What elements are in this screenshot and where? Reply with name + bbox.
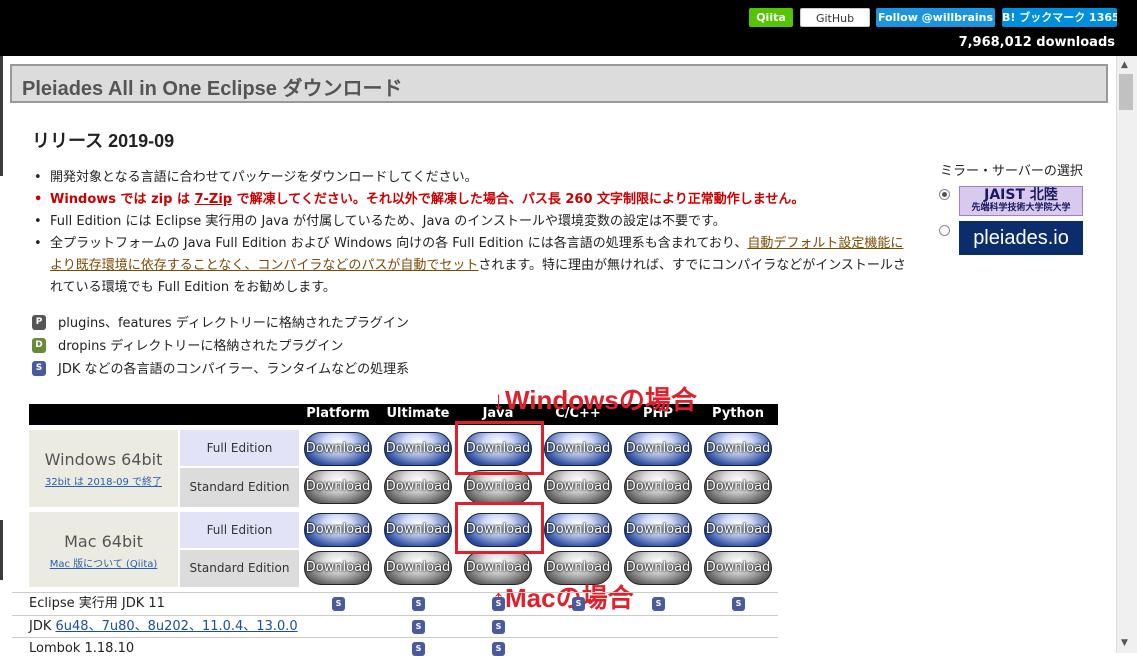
mac-standard-edition: Standard Edition xyxy=(180,550,299,587)
download-button[interactable]: Download xyxy=(544,470,612,504)
sdk-icon[interactable]: S xyxy=(412,642,425,656)
release-heading: リリース 2019-09 xyxy=(32,131,175,151)
column-ultimate: Ultimate xyxy=(386,406,450,421)
download-button[interactable]: Download xyxy=(704,551,772,585)
legend-text: plugins、features ディレクトリーに格納されたプラグイン xyxy=(58,316,409,331)
jaist-logo-subtext: 先端科学技術大学院大学 xyxy=(971,203,1071,213)
download-count: 7,968,012 downloads xyxy=(958,35,1115,50)
mirror-radio-pleiades[interactable] xyxy=(939,225,950,236)
sdk-icon[interactable]: S xyxy=(652,597,665,611)
mac-full-edition: Full Edition xyxy=(180,512,299,548)
sdk-icon[interactable]: S xyxy=(492,597,505,611)
column-platform: Platform xyxy=(306,406,370,421)
notice-text: 全プラットフォームの Java Full Edition および Windows… xyxy=(50,236,748,251)
download-button[interactable]: Download xyxy=(544,513,612,547)
list-item: Windows では zip は 7-Zip で解凍してください。それ以外で解凍… xyxy=(34,189,914,211)
qiita-button[interactable]: Qiita xyxy=(749,8,793,27)
jdk-version-links[interactable]: 6u48、7u80、8u202、11.0.4、13.0.0 xyxy=(56,619,298,634)
windows-full-edition: Full Edition xyxy=(180,430,299,466)
os-windows: Windows 64bit 32bit は 2018-09 で終了 xyxy=(29,430,178,507)
sdk-icon[interactable]: S xyxy=(492,620,505,634)
notice-text: Windows では zip は xyxy=(50,192,195,207)
jdk-row: JDK 6u48、7u80、8u202、11.0.4、13.0.0 S S xyxy=(12,615,778,637)
list-item: 全プラットフォームの Java Full Edition および Windows… xyxy=(34,233,914,299)
notice-list: 開発対象となる言語に合わせてパッケージをダウンロードしてください。 Window… xyxy=(34,167,914,299)
twitter-follow-button[interactable]: Follow @willbrains xyxy=(876,8,995,27)
download-button[interactable]: Download xyxy=(304,513,372,547)
plugin-legend: P plugins、features ディレクトリーに格納されたプラグイン D … xyxy=(32,312,409,381)
notice-text: Full Edition には Eclipse 実行用の Java が付属してい… xyxy=(50,214,726,229)
download-button[interactable]: Download xyxy=(384,432,452,466)
list-item: 開発対象となる言語に合わせてパッケージをダウンロードしてください。 xyxy=(34,167,914,189)
scroll-up-icon[interactable]: ▲ xyxy=(1121,60,1128,70)
legend-text: dropins ディレクトリーに格納されたプラグイン xyxy=(58,339,344,354)
download-button[interactable]: Download xyxy=(624,513,692,547)
sdk-icon[interactable]: S xyxy=(572,597,585,611)
sdk-icon: S xyxy=(32,361,46,376)
download-button[interactable]: Download xyxy=(704,432,772,466)
download-button[interactable]: Download xyxy=(384,551,452,585)
jaist-logo[interactable]: JAIST 北陸 先端科学技術大学院大学 xyxy=(959,186,1083,216)
left-rule xyxy=(0,56,3,176)
notice-text: で解凍してください。それ以外で解凍した場合、パス長 260 文字制限により正常動… xyxy=(232,192,805,207)
vertical-scrollbar[interactable] xyxy=(1116,56,1137,653)
download-button[interactable]: Download xyxy=(384,470,452,504)
os-name: Windows 64bit xyxy=(44,450,163,469)
download-button[interactable]: Download xyxy=(624,470,692,504)
legend-item: S JDK などの各言語のコンパイラー、ランタイムなどの処理系 xyxy=(32,358,409,381)
windows-standard-edition: Standard Edition xyxy=(180,468,299,507)
download-button[interactable]: Download xyxy=(304,551,372,585)
mac-qiita-link[interactable]: Mac 版について (Qiita) xyxy=(29,555,178,570)
title-box: Pleiades All in One Eclipse ダウンロード xyxy=(10,64,1108,103)
row-label: Lombok 1.18.10 xyxy=(29,641,135,656)
download-button[interactable]: Download xyxy=(464,470,532,504)
windows-32bit-link[interactable]: 32bit は 2018-09 で終了 xyxy=(29,473,178,488)
scroll-down-icon[interactable]: ▼ xyxy=(1121,638,1128,648)
pleiades-logo[interactable]: pleiades.io xyxy=(959,221,1083,255)
github-button[interactable]: GitHub xyxy=(800,8,870,27)
highlight-box-windows xyxy=(455,421,544,475)
sdk-icon[interactable]: S xyxy=(732,597,745,611)
download-button[interactable]: Download xyxy=(704,513,772,547)
download-button[interactable]: Download xyxy=(384,513,452,547)
legend-item: P plugins、features ディレクトリーに格納されたプラグイン xyxy=(32,312,409,335)
notice-text: 開発対象となる言語に合わせてパッケージをダウンロードしてください。 xyxy=(50,170,478,185)
os-name: Mac 64bit xyxy=(64,532,143,551)
download-button[interactable]: Download xyxy=(704,470,772,504)
sdk-icon[interactable]: S xyxy=(412,620,425,634)
plugins-icon: P xyxy=(32,315,46,330)
sdk-icon[interactable]: S xyxy=(332,597,345,611)
sdk-icon[interactable]: S xyxy=(492,642,505,656)
legend-text: JDK などの各言語のコンパイラー、ランタイムなどの処理系 xyxy=(58,362,410,377)
highlight-box-mac xyxy=(455,502,544,554)
os-mac: Mac 64bit Mac 版について (Qiita) xyxy=(29,512,178,587)
annotation-windows: ↓Windowsの場合 xyxy=(492,385,697,415)
hatena-bookmark-button[interactable]: B! ブックマーク 1365 xyxy=(1002,8,1117,27)
eclipse-jdk-row: Eclipse 実行用 JDK 11 S S S S S S xyxy=(12,592,778,614)
download-button[interactable]: Download xyxy=(624,551,692,585)
sdk-icon[interactable]: S xyxy=(412,597,425,611)
list-item: Full Edition には Eclipse 実行用の Java が付属してい… xyxy=(34,211,914,233)
row-label: Eclipse 実行用 JDK 11 xyxy=(29,596,165,611)
page-title: Pleiades All in One Eclipse ダウンロード xyxy=(22,78,403,100)
download-button[interactable]: Download xyxy=(304,470,372,504)
left-rule xyxy=(0,520,3,580)
scrollbar-thumb[interactable] xyxy=(1119,74,1133,110)
download-button[interactable]: Download xyxy=(544,432,612,466)
lombok-row: Lombok 1.18.10 S S xyxy=(12,637,778,659)
dropins-icon: D xyxy=(32,338,46,353)
mirror-title: ミラー・サーバーの選択 xyxy=(940,164,1083,179)
row-label: JDK xyxy=(29,619,56,634)
download-button[interactable]: Download xyxy=(624,432,692,466)
7zip-link[interactable]: 7-Zip xyxy=(194,192,232,207)
top-bar: Qiita GitHub Follow @willbrains B! ブックマー… xyxy=(0,0,1137,56)
mirror-radio-jaist[interactable] xyxy=(939,189,950,200)
column-python: Python xyxy=(712,406,764,421)
legend-item: D dropins ディレクトリーに格納されたプラグイン xyxy=(32,335,409,358)
jaist-logo-text: JAIST 北陸 xyxy=(984,187,1058,203)
download-button[interactable]: Download xyxy=(304,432,372,466)
